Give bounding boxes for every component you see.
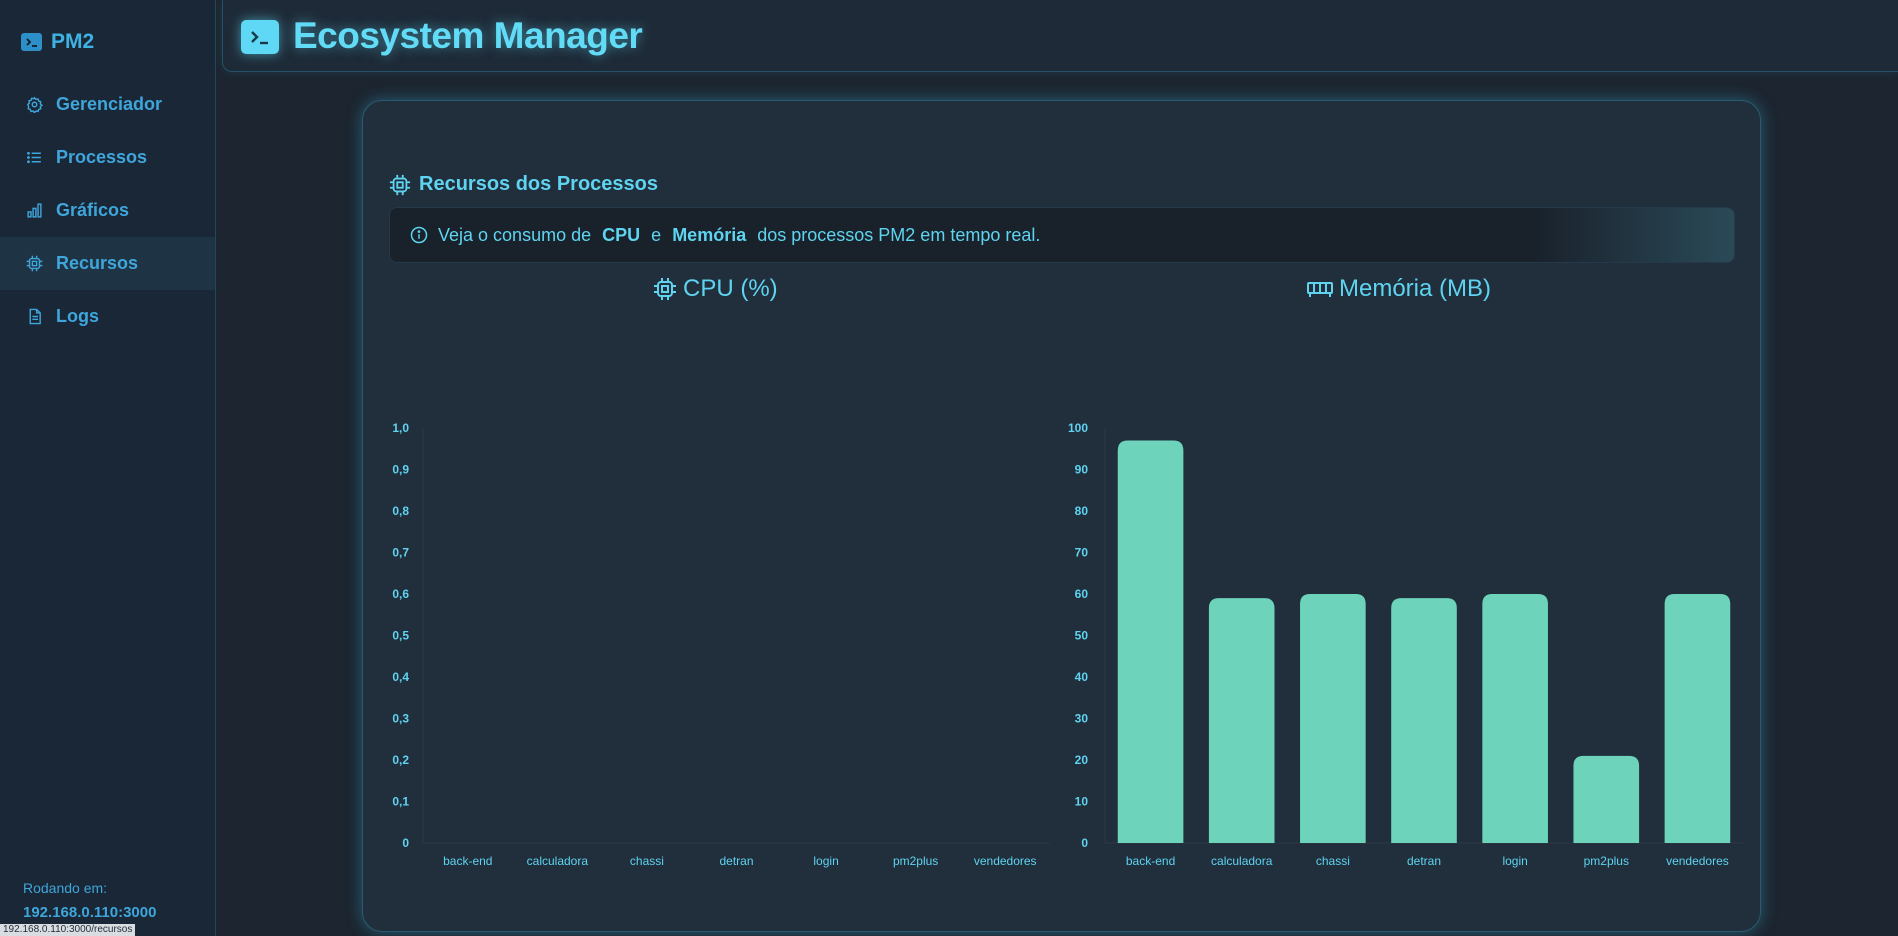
y-tick-label: 0,8 xyxy=(392,504,409,518)
y-tick-label: 0,2 xyxy=(392,753,409,767)
gear-icon xyxy=(26,96,43,113)
x-tick-label: chassi xyxy=(630,854,664,868)
bar-login[interactable] xyxy=(1482,594,1548,843)
section-title: Recursos dos Processos xyxy=(389,173,658,196)
sidebar-item-label: Logs xyxy=(56,306,99,326)
sidebar-item-processos[interactable]: Processos xyxy=(0,131,215,184)
y-tick-label: 0 xyxy=(402,836,409,850)
status-bar-url: 192.168.0.110:3000/recursos xyxy=(0,924,136,936)
x-tick-label: vendedores xyxy=(974,854,1037,868)
document-icon xyxy=(29,308,41,325)
header: Ecosystem Manager xyxy=(222,0,1898,72)
cpu-icon xyxy=(389,174,411,195)
cpu-chart-title: CPU (%) xyxy=(653,275,778,303)
y-tick-label: 60 xyxy=(1075,587,1089,601)
y-tick-label: 90 xyxy=(1075,463,1089,477)
x-tick-label: detran xyxy=(719,854,753,868)
x-tick-label: pm2plus xyxy=(893,854,938,868)
y-tick-label: 50 xyxy=(1075,629,1089,643)
sidebar: PM2 Gerenciador Processos Gráficos Recur… xyxy=(0,0,216,936)
bar-chart-icon xyxy=(27,203,42,218)
sidebar-item-logs[interactable]: Logs xyxy=(0,290,215,343)
bar-chassi[interactable] xyxy=(1300,594,1366,843)
sidebar-item-recursos[interactable]: Recursos xyxy=(0,237,215,290)
y-tick-label: 1,0 xyxy=(392,421,409,435)
sidebar-item-label: Recursos xyxy=(56,253,139,273)
memory-chart-title: Memória (MB) xyxy=(1307,275,1491,303)
list-icon xyxy=(27,151,41,164)
brand-label: PM2 xyxy=(51,30,95,53)
cpu-chart: 0 0,1 0,2 0,3 0,4 0,5 0,6 0,7 0,8 0,9 1,0 back-end c… xyxy=(392,421,1050,868)
sidebar-item-label: Processos xyxy=(56,147,148,167)
info-cpu: CPU xyxy=(602,224,641,245)
y-tick-label: 0,6 xyxy=(392,587,409,601)
x-tick-label: back-end xyxy=(443,854,492,868)
bar-detran[interactable] xyxy=(1391,598,1457,843)
y-tick-label: 20 xyxy=(1075,753,1089,767)
section-title-text: Recursos dos Processos xyxy=(419,173,658,195)
brand-logo[interactable]: PM2 xyxy=(21,30,94,54)
sidebar-item-graficos[interactable]: Gráficos xyxy=(0,184,215,237)
info-conj: e xyxy=(651,224,662,245)
info-mem: Memória xyxy=(672,224,747,245)
y-tick-label: 0,3 xyxy=(392,712,409,726)
x-tick-label: pm2plus xyxy=(1584,854,1629,868)
info-prefix: Veja o consumo de xyxy=(438,224,592,245)
sidebar-item-label: Gerenciador xyxy=(56,94,163,114)
bar-vendedores[interactable] xyxy=(1664,594,1731,843)
y-tick-label: 0,4 xyxy=(392,670,409,684)
terminal-icon xyxy=(241,20,279,54)
x-tick-label: chassi xyxy=(1316,854,1350,868)
x-tick-label: vendedores xyxy=(1666,854,1729,868)
y-tick-label: 100 xyxy=(1068,421,1088,435)
y-tick-label: 0,5 xyxy=(392,629,409,643)
y-tick-label: 80 xyxy=(1075,504,1089,518)
y-tick-label: 0 xyxy=(1081,836,1088,850)
y-tick-label: 0,1 xyxy=(392,795,409,809)
sidebar-item-label: Gráficos xyxy=(56,200,130,220)
bar-calculadora[interactable] xyxy=(1208,598,1275,843)
y-tick-label: 40 xyxy=(1075,670,1089,684)
info-text: Veja o consumo de CPU e Memória dos proc… xyxy=(438,225,1040,246)
x-tick-label: detran xyxy=(1407,854,1441,868)
info-alert: Veja o consumo de CPU e Memória dos proc… xyxy=(389,207,1735,263)
x-tick-label: login xyxy=(813,854,838,868)
x-tick-label: back-end xyxy=(1126,854,1175,868)
sidebar-nav: Gerenciador Processos Gráficos Recursos xyxy=(0,78,215,343)
page-title: Ecosystem Manager xyxy=(293,15,643,56)
x-tick-label: calculadora xyxy=(1211,854,1273,868)
info-suffix: dos processos PM2 em tempo real. xyxy=(757,224,1041,245)
sidebar-item-gerenciador[interactable]: Gerenciador xyxy=(0,78,215,131)
cpu-icon xyxy=(654,278,676,300)
y-tick-label: 10 xyxy=(1075,795,1089,809)
footer-label: Rodando em: xyxy=(23,880,108,896)
x-tick-label: login xyxy=(1502,854,1527,868)
footer-host: 192.168.0.110:3000 xyxy=(23,904,157,921)
y-tick-label: 70 xyxy=(1075,546,1089,560)
memory-chart: 0 10 20 30 40 50 60 70 80 90 100 back-end calculador… xyxy=(1068,421,1743,868)
info-icon xyxy=(410,226,428,244)
bar-back-end[interactable] xyxy=(1117,440,1184,843)
bar-pm2plus[interactable] xyxy=(1573,755,1640,843)
y-tick-label: 30 xyxy=(1075,712,1089,726)
terminal-icon xyxy=(21,33,42,51)
y-tick-label: 0,9 xyxy=(392,463,409,477)
cpu-icon xyxy=(26,255,43,272)
memory-chart-title-text: Memória (MB) xyxy=(1339,275,1492,302)
cpu-chart-title-text: CPU (%) xyxy=(683,275,778,302)
memory-icon xyxy=(1307,282,1333,297)
resources-card: Recursos dos Processos Veja o consumo de… xyxy=(362,100,1761,932)
y-tick-label: 0,7 xyxy=(392,546,409,560)
x-tick-label: calculadora xyxy=(527,854,589,868)
